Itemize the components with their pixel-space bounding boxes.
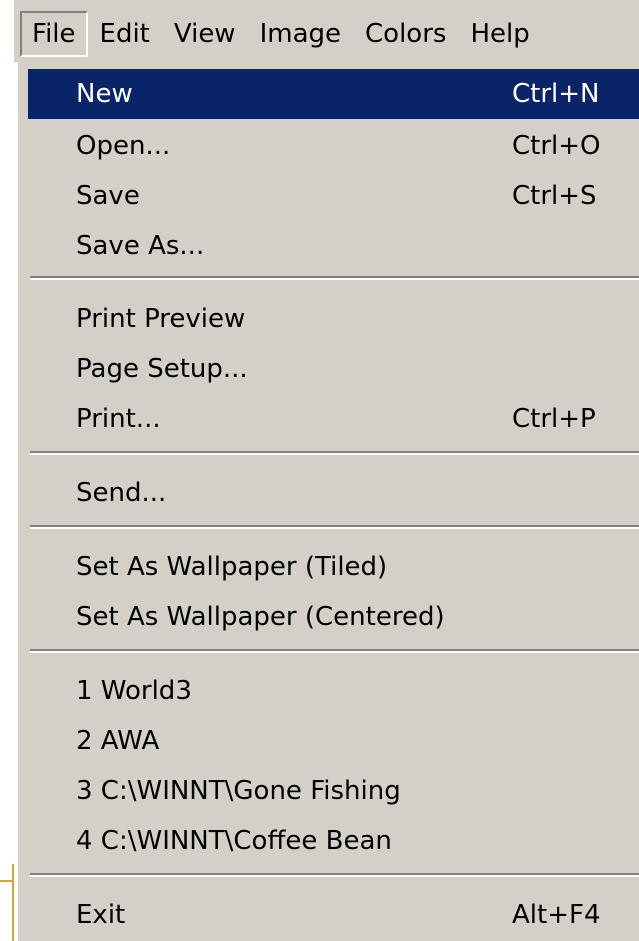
menu-item-label: 3 C:\WINNT\Gone Fishing bbox=[76, 776, 401, 806]
menu-item-exit[interactable]: Exit Alt+F4 bbox=[28, 890, 639, 940]
menu-item-label: 1 World3 bbox=[76, 676, 192, 706]
menu-item-label: New bbox=[76, 79, 133, 109]
menu-file[interactable]: File bbox=[20, 11, 88, 57]
menu-view[interactable]: View bbox=[162, 11, 248, 57]
menu-item-shortcut: Ctrl+P bbox=[512, 404, 596, 434]
menu-item-label: Exit bbox=[76, 900, 126, 930]
menu-separator bbox=[30, 276, 639, 280]
menu-item-label: Open... bbox=[76, 131, 171, 161]
menu-help[interactable]: Help bbox=[458, 11, 541, 57]
menu-item-wallpaper-centered[interactable]: Set As Wallpaper (Centered) bbox=[28, 592, 639, 642]
decorative-accent-line bbox=[0, 880, 12, 882]
menu-item-save-as[interactable]: Save As... bbox=[28, 221, 639, 271]
menu-item-label: Page Setup... bbox=[76, 354, 248, 384]
menu-separator bbox=[30, 873, 639, 877]
menu-item-label: Send... bbox=[76, 478, 167, 508]
menu-item-recent-4[interactable]: 4 C:\WINNT\Coffee Bean bbox=[28, 816, 639, 866]
menu-item-new[interactable]: New Ctrl+N bbox=[28, 69, 639, 119]
menu-item-shortcut: Ctrl+O bbox=[512, 131, 601, 161]
menu-item-label: Set As Wallpaper (Tiled) bbox=[76, 552, 388, 582]
menu-item-label: Save As... bbox=[76, 231, 205, 261]
menu-item-label: 2 AWA bbox=[76, 726, 160, 756]
menu-item-open[interactable]: Open... Ctrl+O bbox=[28, 121, 639, 171]
file-menu-dropdown: New Ctrl+N Open... Ctrl+O Save Ctrl+S Sa… bbox=[14, 62, 639, 941]
menu-item-shortcut: Alt+F4 bbox=[512, 900, 601, 930]
menu-edit[interactable]: Edit bbox=[88, 11, 162, 57]
menu-item-recent-3[interactable]: 3 C:\WINNT\Gone Fishing bbox=[28, 766, 639, 816]
menu-separator bbox=[30, 525, 639, 529]
menu-image[interactable]: Image bbox=[248, 11, 353, 57]
menu-item-wallpaper-tiled[interactable]: Set As Wallpaper (Tiled) bbox=[28, 542, 639, 592]
menu-item-recent-2[interactable]: 2 AWA bbox=[28, 716, 639, 766]
menu-item-shortcut: Ctrl+N bbox=[512, 79, 600, 109]
menu-item-label: Print... bbox=[76, 404, 161, 434]
menu-item-label: Set As Wallpaper (Centered) bbox=[76, 602, 445, 632]
menu-item-label: 4 C:\WINNT\Coffee Bean bbox=[76, 826, 392, 856]
menu-bar: File Edit View Image Colors Help bbox=[14, 0, 639, 63]
menu-separator bbox=[30, 451, 639, 455]
menu-item-send[interactable]: Send... bbox=[28, 468, 639, 518]
menu-item-save[interactable]: Save Ctrl+S bbox=[28, 171, 639, 221]
menu-item-shortcut: Ctrl+S bbox=[512, 181, 597, 211]
menu-separator bbox=[30, 649, 639, 653]
menu-item-print-preview[interactable]: Print Preview bbox=[28, 294, 639, 344]
menu-colors[interactable]: Colors bbox=[353, 11, 458, 57]
menu-item-label: Save bbox=[76, 181, 140, 211]
menu-item-recent-1[interactable]: 1 World3 bbox=[28, 666, 639, 716]
menu-item-page-setup[interactable]: Page Setup... bbox=[28, 344, 639, 394]
menu-item-print[interactable]: Print... Ctrl+P bbox=[28, 394, 639, 444]
menu-item-label: Print Preview bbox=[76, 304, 246, 334]
